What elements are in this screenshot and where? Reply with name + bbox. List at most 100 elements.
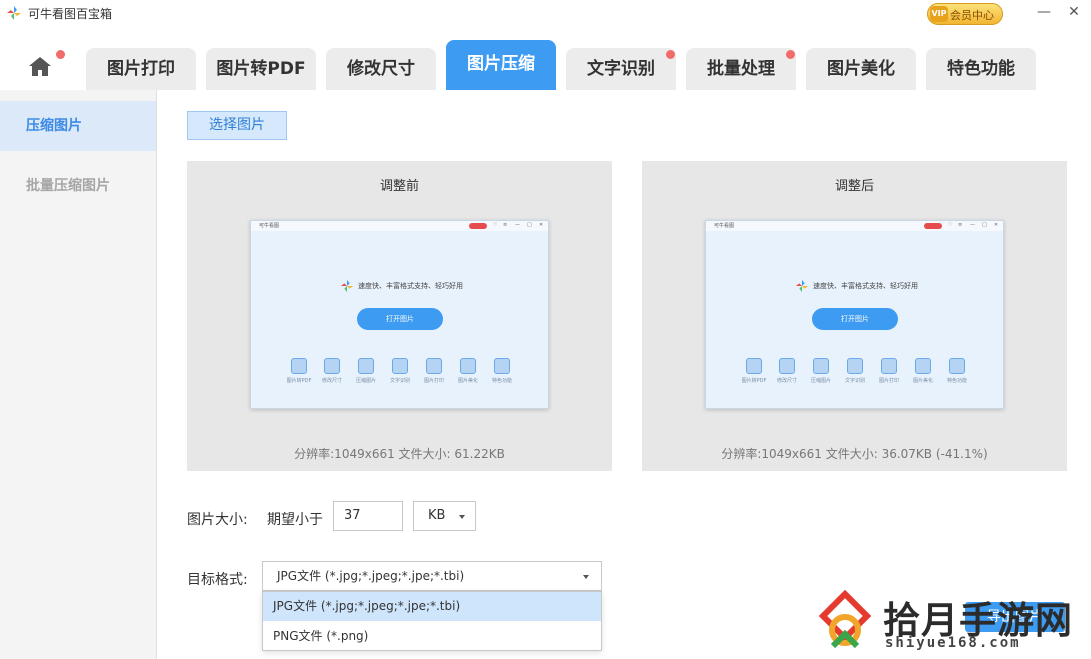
tab-batch[interactable]: 批量处理 [686, 48, 796, 90]
preview-close-icon: ✕ [539, 222, 544, 228]
preview-titlebar: 可牛看图 ♡ ≡ — □ ✕ [706, 221, 1003, 231]
preview-feature: 图片打印 [419, 358, 449, 384]
tab-image-print[interactable]: 图片打印 [86, 48, 196, 90]
beautify-icon [915, 358, 931, 374]
size-unit-select[interactable]: KB [413, 501, 476, 531]
before-preview-image: 可牛看图 ♡ ≡ — □ ✕ 速度快、丰富格式支持、轻巧好用 打开图片 图片转P… [250, 220, 549, 409]
vip-center-label: 会员中心 [950, 9, 994, 22]
resize-icon [324, 358, 340, 374]
format-option-jpg[interactable]: JPG文件 (*.jpg;*.jpeg;*.jpe;*.tbi) [263, 592, 601, 621]
size-unit-value: KB [428, 508, 446, 523]
after-title: 调整后 [834, 179, 874, 194]
preview-app-title: 可牛看图 [259, 223, 280, 229]
preview-feature: 修改尺寸 [772, 358, 802, 384]
target-format-value: JPG文件 (*.jpg;*.jpeg;*.jpe;*.tbi) [277, 569, 465, 583]
home-notification-dot [56, 50, 65, 59]
chevron-down-icon [583, 575, 589, 579]
tab-ocr[interactable]: 文字识别 [566, 48, 676, 90]
format-option-png[interactable]: PNG文件 (*.png) [263, 622, 601, 651]
preview-feature: 图片美化 [908, 358, 938, 384]
pdf-icon [746, 358, 762, 374]
tab-bar: 图片打印 图片转PDF 修改尺寸 图片压缩 文字识别 批量处理 图片美化 特色功… [0, 28, 1091, 90]
sidebar-item-compress[interactable]: 压缩图片 [0, 101, 156, 151]
before-title: 调整前 [379, 179, 419, 194]
preview-max-icon: □ [982, 222, 987, 228]
preview-heart-icon: ♡ [493, 222, 498, 228]
preview-vip-badge [469, 223, 487, 229]
vip-center-button[interactable]: VIP 会员中心 [927, 3, 1003, 25]
target-size-input[interactable]: 37 [333, 501, 403, 531]
preview-open-button: 打开图片 [357, 308, 443, 330]
beautify-icon [460, 358, 476, 374]
ocr-icon [392, 358, 408, 374]
preview-vip-badge [924, 223, 942, 229]
batch-notification-dot [786, 50, 795, 59]
feature-icon [949, 358, 965, 374]
before-info: 分辨率:1049x661 文件大小: 61.22KB [294, 447, 505, 461]
preview-feature: 特色功能 [487, 358, 517, 384]
preview-min-icon: — [970, 222, 975, 228]
preview-menu-icon: ≡ [958, 222, 963, 228]
image-size-label: 图片大小: [187, 512, 248, 528]
preview-feature: 文字识别 [385, 358, 415, 384]
site-watermark: 拾月手游网 shiyue168.com [815, 590, 1085, 654]
title-bar: 可牛看图百宝箱 VIP 会员中心 — ✕ [0, 0, 1091, 28]
preview-feature: 特色功能 [942, 358, 972, 384]
preview-logo-icon [795, 279, 809, 293]
ocr-notification-dot [666, 50, 675, 59]
compress-icon [358, 358, 374, 374]
compress-icon [813, 358, 829, 374]
app-title: 可牛看图百宝箱 [28, 7, 113, 21]
close-button[interactable]: ✕ [1064, 4, 1084, 20]
preview-slogan: 速度快、丰富格式支持、轻巧好用 [358, 282, 463, 290]
format-dropdown-list: JPG文件 (*.jpg;*.jpeg;*.jpe;*.tbi) PNG文件 (… [262, 591, 602, 651]
preview-feature: 修改尺寸 [317, 358, 347, 384]
pdf-icon [291, 358, 307, 374]
sidebar-item-batch-compress[interactable]: 批量压缩图片 [0, 161, 156, 211]
preview-menu-icon: ≡ [503, 222, 508, 228]
preview-slogan: 速度快、丰富格式支持、轻巧好用 [813, 282, 918, 290]
preview-max-icon: □ [527, 222, 532, 228]
preview-feature: 图片打印 [874, 358, 904, 384]
target-format-select[interactable]: JPG文件 (*.jpg;*.jpeg;*.jpe;*.tbi) [262, 561, 602, 591]
vip-crown-icon: VIP [930, 6, 948, 22]
sidebar: 压缩图片 批量压缩图片 [0, 90, 157, 659]
after-info: 分辨率:1049x661 文件大小: 36.07KB (-41.1%) [721, 447, 988, 461]
select-image-button[interactable]: 选择图片 [187, 111, 287, 140]
tab-resize[interactable]: 修改尺寸 [326, 48, 436, 90]
tab-image-compress[interactable]: 图片压缩 [446, 40, 556, 90]
watermark-url: shiyue168.com [885, 635, 1021, 651]
ocr-icon [847, 358, 863, 374]
preview-heart-icon: ♡ [948, 222, 953, 228]
preview-titlebar: 可牛看图 ♡ ≡ — □ ✕ [251, 221, 548, 231]
preview-open-button: 打开图片 [812, 308, 898, 330]
app-logo-icon [7, 6, 21, 20]
resize-icon [779, 358, 795, 374]
preview-logo-icon [340, 279, 354, 293]
preview-feature: 压缩图片 [806, 358, 836, 384]
watermark-logo-icon [818, 590, 872, 649]
after-preview-image: 可牛看图 ♡ ≡ — □ ✕ 速度快、丰富格式支持、轻巧好用 打开图片 图片转P… [705, 220, 1004, 409]
chevron-down-icon [459, 515, 465, 519]
after-panel: 调整后 可牛看图 ♡ ≡ — □ ✕ 速度快、丰富格式支持、轻巧好用 打开图片 … [642, 161, 1067, 471]
feature-icon [494, 358, 510, 374]
preview-min-icon: — [515, 222, 520, 228]
target-format-label: 目标格式: [187, 572, 248, 588]
tab-beautify[interactable]: 图片美化 [806, 48, 916, 90]
preview-feature: 压缩图片 [351, 358, 381, 384]
minimize-button[interactable]: — [1034, 4, 1054, 20]
home-icon [29, 57, 51, 76]
before-panel: 调整前 可牛看图 ♡ ≡ — □ ✕ 速度快、丰富格式支持、轻巧好用 打开图片 … [187, 161, 612, 471]
preview-app-title: 可牛看图 [714, 223, 735, 229]
preview-close-icon: ✕ [994, 222, 999, 228]
preview-feature: 图片转PDF [284, 358, 314, 384]
tab-features[interactable]: 特色功能 [926, 48, 1036, 90]
print-icon [426, 358, 442, 374]
preview-feature: 文字识别 [840, 358, 870, 384]
tab-image-to-pdf[interactable]: 图片转PDF [206, 48, 316, 90]
preview-feature: 图片美化 [453, 358, 483, 384]
home-button[interactable] [22, 54, 58, 86]
print-icon [881, 358, 897, 374]
preview-feature: 图片转PDF [739, 358, 769, 384]
expect-less-than-label: 期望小于 [267, 512, 323, 528]
